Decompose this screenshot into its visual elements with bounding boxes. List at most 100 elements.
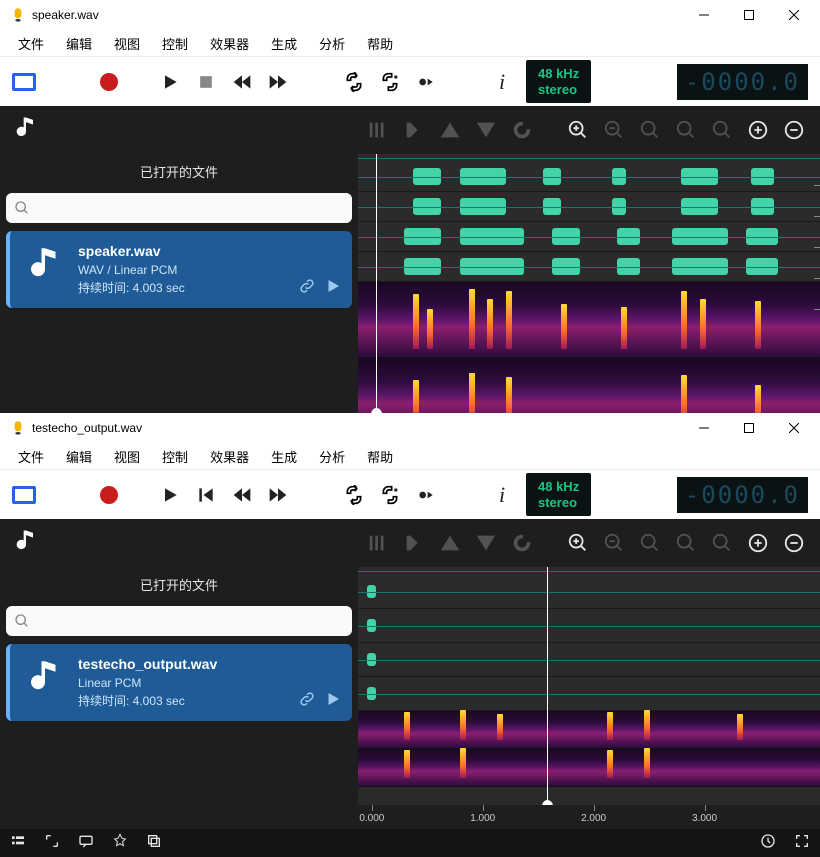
menu-view[interactable]: 视图 bbox=[104, 443, 150, 470]
file-card[interactable]: speaker.wav WAV / Linear PCM 持续时间: 4.003… bbox=[6, 231, 352, 308]
search-input[interactable] bbox=[6, 193, 352, 223]
selection-tool-button[interactable] bbox=[12, 73, 36, 91]
loop-section-button[interactable] bbox=[378, 483, 402, 507]
chat-icon[interactable] bbox=[78, 833, 94, 854]
play-icon[interactable] bbox=[324, 690, 342, 713]
waveform-view[interactable] bbox=[358, 154, 820, 413]
selection-tool-button[interactable] bbox=[12, 486, 36, 504]
music-note-icon bbox=[24, 656, 66, 711]
link-icon[interactable] bbox=[298, 690, 316, 713]
search-input[interactable] bbox=[6, 606, 352, 636]
menu-effects[interactable]: 效果器 bbox=[200, 443, 259, 470]
stop-button[interactable] bbox=[194, 70, 218, 94]
zoom-fit-icon[interactable] bbox=[672, 116, 700, 144]
bars-icon[interactable] bbox=[364, 529, 392, 557]
record-button[interactable] bbox=[100, 486, 118, 504]
rewind-button[interactable] bbox=[230, 70, 254, 94]
menu-edit[interactable]: 编辑 bbox=[56, 443, 102, 470]
forward-button[interactable] bbox=[266, 483, 290, 507]
menu-help[interactable]: 帮助 bbox=[357, 30, 403, 57]
marker-left-icon[interactable] bbox=[400, 529, 428, 557]
maximize-button[interactable] bbox=[726, 413, 771, 443]
triangle-up-icon[interactable] bbox=[436, 529, 464, 557]
statusbar bbox=[0, 829, 820, 857]
pin-icon[interactable] bbox=[112, 833, 128, 854]
menu-view[interactable]: 视图 bbox=[104, 30, 150, 57]
channels: stereo bbox=[538, 82, 579, 98]
play-button[interactable] bbox=[158, 70, 182, 94]
sample-rate: 48 kHz bbox=[538, 66, 579, 82]
time-counter: -0000.0 bbox=[677, 477, 808, 513]
triangle-down-icon[interactable] bbox=[472, 529, 500, 557]
expand-icon[interactable] bbox=[44, 833, 60, 854]
spectrogram-left bbox=[358, 711, 820, 749]
zoom-in-v-icon[interactable] bbox=[744, 529, 772, 557]
zoom-all-icon[interactable] bbox=[708, 116, 736, 144]
time-ruler[interactable]: 0.000 1.000 2.000 3.000 bbox=[358, 805, 820, 829]
info-button[interactable]: i bbox=[490, 70, 514, 94]
fullscreen-icon[interactable] bbox=[794, 833, 810, 854]
zoom-in-icon[interactable] bbox=[564, 116, 592, 144]
triangle-down-icon[interactable] bbox=[472, 116, 500, 144]
menu-effects[interactable]: 效果器 bbox=[200, 30, 259, 57]
close-button[interactable] bbox=[771, 413, 816, 443]
minimize-button[interactable] bbox=[681, 413, 726, 443]
menu-file[interactable]: 文件 bbox=[8, 443, 54, 470]
zoom-in-v-icon[interactable] bbox=[744, 116, 772, 144]
play-button[interactable] bbox=[158, 483, 182, 507]
sidebar-header: 已打开的文件 bbox=[6, 571, 352, 598]
reload-icon[interactable] bbox=[508, 116, 536, 144]
menu-analysis[interactable]: 分析 bbox=[309, 30, 355, 57]
playhead[interactable] bbox=[547, 567, 548, 805]
bars-icon[interactable] bbox=[364, 116, 392, 144]
zoom-out-v-icon[interactable] bbox=[780, 529, 808, 557]
zoom-all-icon[interactable] bbox=[708, 529, 736, 557]
channels: stereo bbox=[538, 495, 579, 511]
waveform-view[interactable] bbox=[358, 567, 820, 805]
file-format: WAV / Linear PCM bbox=[78, 263, 338, 277]
marker-left-icon[interactable] bbox=[400, 116, 428, 144]
skip-start-button[interactable] bbox=[194, 483, 218, 507]
menu-control[interactable]: 控制 bbox=[152, 30, 198, 57]
spectrogram-right bbox=[358, 749, 820, 787]
triangle-up-icon[interactable] bbox=[436, 116, 464, 144]
format-badge: 48 kHz stereo bbox=[526, 473, 591, 516]
menu-control[interactable]: 控制 bbox=[152, 443, 198, 470]
record-button[interactable] bbox=[100, 73, 118, 91]
zoom-sel-icon[interactable] bbox=[636, 529, 664, 557]
zoom-in-icon[interactable] bbox=[564, 529, 592, 557]
zoom-out-icon[interactable] bbox=[600, 529, 628, 557]
forward-button[interactable] bbox=[266, 70, 290, 94]
zoom-out-icon[interactable] bbox=[600, 116, 628, 144]
music-note-icon bbox=[12, 527, 40, 560]
menu-generate[interactable]: 生成 bbox=[261, 30, 307, 57]
menu-file[interactable]: 文件 bbox=[8, 30, 54, 57]
menu-help[interactable]: 帮助 bbox=[357, 443, 403, 470]
list-view-icon[interactable] bbox=[10, 833, 26, 854]
minimize-button[interactable] bbox=[681, 0, 726, 30]
maximize-button[interactable] bbox=[726, 0, 771, 30]
window-testecho: testecho_output.wav 文件 编辑 视图 控制 效果器 生成 分… bbox=[0, 413, 820, 857]
zoom-out-v-icon[interactable] bbox=[780, 116, 808, 144]
rewind-button[interactable] bbox=[230, 483, 254, 507]
layers-icon[interactable] bbox=[146, 833, 162, 854]
zoom-sel-icon[interactable] bbox=[636, 116, 664, 144]
play-to-end-button[interactable] bbox=[414, 70, 438, 94]
loop-section-button[interactable] bbox=[378, 70, 402, 94]
menu-analysis[interactable]: 分析 bbox=[309, 443, 355, 470]
playhead[interactable] bbox=[376, 154, 377, 413]
menu-edit[interactable]: 编辑 bbox=[56, 30, 102, 57]
loop-button[interactable] bbox=[342, 483, 366, 507]
zoom-fit-icon[interactable] bbox=[672, 529, 700, 557]
menu-generate[interactable]: 生成 bbox=[261, 443, 307, 470]
play-icon[interactable] bbox=[324, 277, 342, 300]
play-to-end-button[interactable] bbox=[414, 483, 438, 507]
loop-button[interactable] bbox=[342, 70, 366, 94]
link-icon[interactable] bbox=[298, 277, 316, 300]
sample-rate: 48 kHz bbox=[538, 479, 579, 495]
info-button[interactable]: i bbox=[490, 483, 514, 507]
clock-icon[interactable] bbox=[760, 833, 776, 854]
file-card[interactable]: testecho_output.wav Linear PCM 持续时间: 4.0… bbox=[6, 644, 352, 721]
close-button[interactable] bbox=[771, 0, 816, 30]
reload-icon[interactable] bbox=[508, 529, 536, 557]
